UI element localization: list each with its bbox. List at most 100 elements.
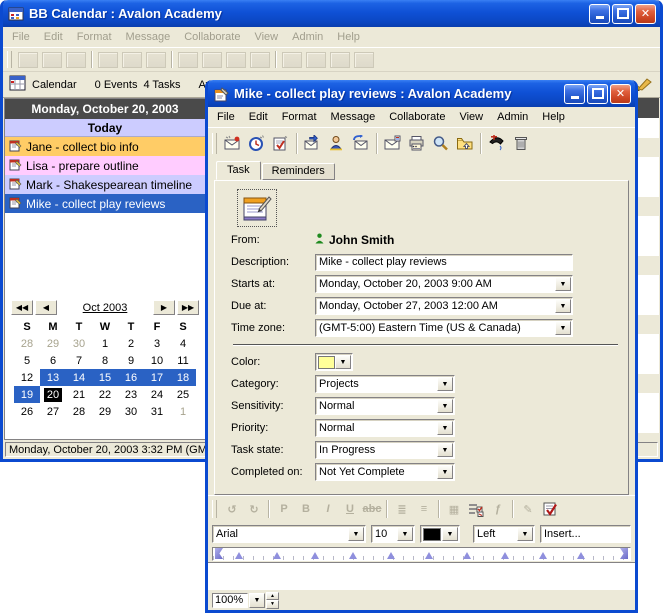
menu-view[interactable]: View [452,109,490,125]
next-year-button[interactable]: ▶▶ [177,300,199,315]
dial-icon[interactable] [485,132,509,154]
calendar-day[interactable]: 2 [118,335,144,352]
minimize-button[interactable] [589,4,610,24]
starts_at-combo[interactable]: Monday, October 20, 2003 9:00 AM▼ [315,275,573,293]
zoom-dropdown-arrow[interactable]: ▼ [249,593,265,608]
ruler-tab-marker[interactable] [463,552,471,559]
font-size-combo[interactable]: 10 ▼ [371,525,415,543]
ruler-tab-marker[interactable] [273,552,281,559]
ruler-tab-marker[interactable] [577,552,585,559]
maximize-button[interactable] [612,4,633,24]
calendar-day[interactable]: 4 [170,335,196,352]
alignment-combo[interactable]: Left ▼ [473,525,535,543]
forward-message-icon[interactable] [349,132,373,154]
ruler-right-margin-marker[interactable] [620,548,628,559]
ruler-tab-marker[interactable] [235,552,243,559]
calendar-day[interactable]: 16 [118,369,144,386]
time_zone-combo[interactable]: (GMT-5:00) Eastern Time (US & Canada)▼ [315,319,573,337]
menu-edit[interactable]: Edit [242,109,275,125]
dialog-maximize-button[interactable] [587,84,608,104]
chevron-down-icon[interactable]: ▼ [437,421,453,435]
calendar-day[interactable]: 5 [14,352,40,369]
sensitivity-combo[interactable]: Normal▼ [315,397,455,415]
task-row[interactable]: Jane - collect bio info [5,137,205,156]
chevron-down-icon[interactable]: ▼ [555,321,571,335]
ruler-left-margin-marker[interactable] [215,548,223,559]
font-color-combo[interactable]: ▼ [420,525,460,543]
send-message-icon[interactable] [301,132,325,154]
completed_on-combo[interactable]: Not Yet Complete▼ [315,463,455,481]
menu-collaborate[interactable]: Collaborate [382,109,452,125]
month-year-link[interactable]: Oct 2003 [59,302,151,314]
ruler-tab-marker[interactable] [425,552,433,559]
calendar-day[interactable]: 29 [40,335,66,352]
calendar-day[interactable]: 8 [92,352,118,369]
prev-month-button[interactable]: ◀ [35,300,57,315]
message-body[interactable] [208,562,635,589]
spell-check-icon[interactable] [539,499,561,519]
chevron-down-icon[interactable]: ▼ [437,465,453,479]
calendar-day[interactable]: 28 [66,403,92,420]
calendar-day[interactable]: 6 [40,352,66,369]
calendar-day[interactable]: 31 [144,403,170,420]
calendar-day[interactable]: 10 [144,352,170,369]
category-combo[interactable]: Projects▼ [315,375,455,393]
calendar-day[interactable]: 12 [14,369,40,386]
calendar-day[interactable]: 11 [170,352,196,369]
calendar-day[interactable]: 9 [118,352,144,369]
chevron-down-icon[interactable]: ▼ [517,527,533,541]
ruler-tab-marker[interactable] [539,552,547,559]
chevron-down-icon[interactable]: ▼ [437,377,453,391]
calendar-day[interactable]: 15 [92,369,118,386]
calendar-day[interactable]: 28 [14,335,40,352]
calendar-day[interactable]: 19 [14,386,40,403]
font-family-combo[interactable]: Arial ▼ [212,525,366,543]
checkbox-list-icon[interactable] [465,499,487,519]
calendar-day[interactable]: 30 [118,403,144,420]
calendar-day[interactable]: 7 [66,352,92,369]
zoom-spinner[interactable]: ▲▼ [266,592,279,609]
dialog-minimize-button[interactable] [564,84,585,104]
calendar-day[interactable]: 17 [144,369,170,386]
new-task-icon[interactable] [269,132,293,154]
insert-combo[interactable]: Insert... [540,525,631,543]
chevron-down-icon[interactable]: ▼ [348,527,364,541]
menu-format[interactable]: Format [275,109,324,125]
calendar-day[interactable]: 22 [92,386,118,403]
calendar-day[interactable]: 20 [40,386,66,403]
ruler-tab-marker[interactable] [349,552,357,559]
calendar-day[interactable]: 18 [170,369,196,386]
chevron-down-icon[interactable]: ▼ [437,443,453,457]
menu-admin[interactable]: Admin [490,109,535,125]
contact-icon[interactable] [325,132,349,154]
chevron-down-icon[interactable]: ▼ [397,527,413,541]
menu-file[interactable]: File [210,109,242,125]
chevron-down-icon[interactable]: ▼ [442,527,458,541]
prev-year-button[interactable]: ◀◀ [11,300,33,315]
tab-task[interactable]: Task [216,161,261,180]
calendar-day[interactable]: 1 [92,335,118,352]
ruler-tab-marker[interactable] [501,552,509,559]
tab-reminders[interactable]: Reminders [262,163,335,180]
new-message-icon[interactable] [221,132,245,154]
delete-icon[interactable] [509,132,533,154]
calendar-day[interactable]: 14 [66,369,92,386]
print-icon[interactable] [405,132,429,154]
priority-combo[interactable]: Normal▼ [315,419,455,437]
dialog-close-button[interactable]: ✕ [610,84,631,104]
ruler-tab-marker[interactable] [387,552,395,559]
task-row[interactable]: Mark - Shakespearean timeline [5,175,205,194]
chevron-down-icon[interactable]: ▼ [335,355,351,369]
chevron-down-icon[interactable]: ▼ [555,277,571,291]
new-event-icon[interactable] [245,132,269,154]
calendar-day[interactable]: 21 [66,386,92,403]
ruler[interactable] [212,547,631,561]
calendar-day[interactable]: 25 [170,386,196,403]
find-icon[interactable] [429,132,453,154]
calendar-day[interactable]: 30 [66,335,92,352]
folder-icon[interactable] [453,132,477,154]
ruler-tab-marker[interactable] [311,552,319,559]
save-message-icon[interactable] [381,132,405,154]
menu-help[interactable]: Help [535,109,572,125]
calendar-day[interactable]: 24 [144,386,170,403]
